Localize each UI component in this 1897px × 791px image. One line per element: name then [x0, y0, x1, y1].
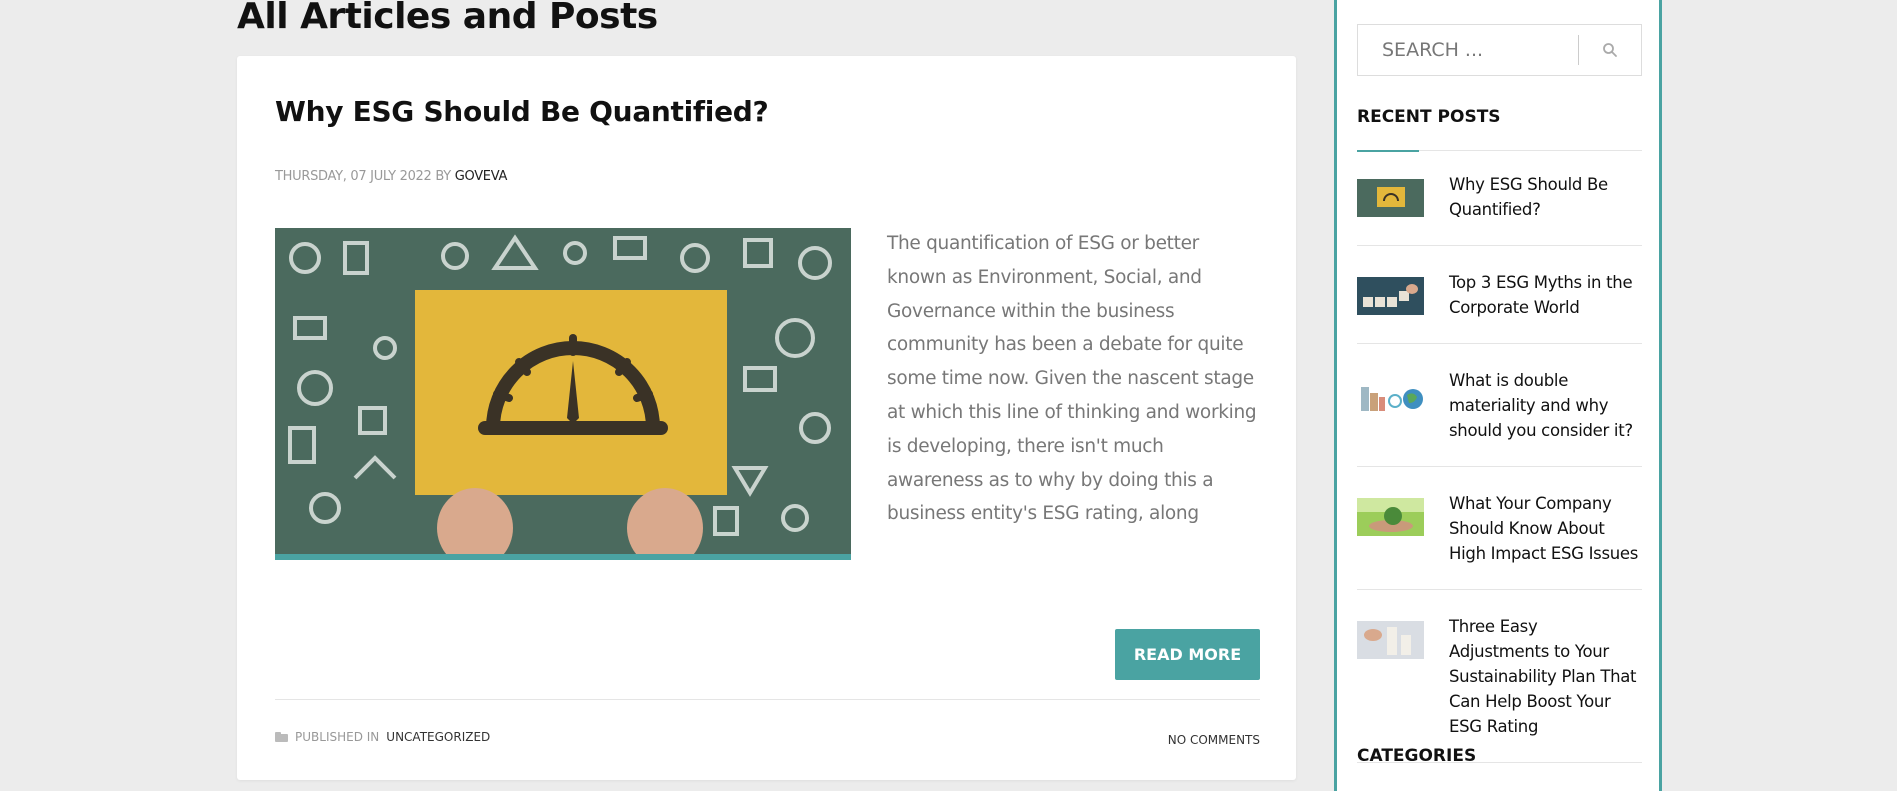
recent-post-title[interactable]: What is double materiality and why shoul…	[1449, 368, 1642, 443]
recent-post-title[interactable]: Why ESG Should Be Quantified?	[1449, 172, 1642, 222]
page-title: All Articles and Posts	[237, 0, 658, 37]
sidebar: RECENT POSTS Why ESG Should Be Quantifie…	[1334, 0, 1662, 791]
category-link[interactable]: UNCATEGORIZED	[386, 730, 490, 744]
post-thumbnail[interactable]	[1357, 277, 1424, 315]
recent-post-title[interactable]: What Your Company Should Know About High…	[1449, 491, 1642, 566]
plant-hand-thumb-icon	[1357, 498, 1424, 536]
post-thumbnail[interactable]	[1357, 375, 1424, 413]
search-input[interactable]	[1358, 25, 1578, 75]
folder-icon	[275, 732, 288, 742]
recent-post-item[interactable]: What is double materiality and why shoul…	[1357, 344, 1642, 467]
recent-post-item[interactable]: What Your Company Should Know About High…	[1357, 467, 1642, 590]
recent-post-title[interactable]: Top 3 ESG Myths in the Corporate World	[1449, 270, 1642, 320]
post-thumbnail[interactable]	[1357, 179, 1424, 217]
article-meta: THURSDAY, 07 JULY 2022 BY GOVEVA	[275, 169, 507, 184]
recent-posts-title: RECENT POSTS	[1357, 107, 1501, 127]
post-thumbnail[interactable]	[1357, 621, 1424, 659]
article-featured-image[interactable]	[275, 228, 851, 560]
recent-post-title[interactable]: Three Easy Adjustments to Your Sustainab…	[1449, 614, 1642, 739]
recent-post-item[interactable]: Three Easy Adjustments to Your Sustainab…	[1357, 590, 1642, 763]
article-excerpt: The quantification of ESG or better know…	[887, 233, 1257, 525]
cubes-thumb-icon	[1357, 621, 1424, 659]
city-globe-thumb-icon	[1357, 375, 1424, 413]
article-by: BY	[435, 169, 451, 184]
comments-link[interactable]: NO COMMENTS	[1168, 733, 1260, 747]
article-category: PUBLISHED IN UNCATEGORIZED	[275, 730, 490, 744]
recent-post-item[interactable]: Top 3 ESG Myths in the Corporate World	[1357, 246, 1642, 344]
search-box	[1357, 24, 1642, 76]
article-title[interactable]: Why ESG Should Be Quantified?	[275, 95, 769, 128]
article-card: Why ESG Should Be Quantified? THURSDAY, …	[237, 56, 1296, 780]
article-author-link[interactable]: GOVEVA	[455, 169, 508, 184]
post-thumbnail[interactable]	[1357, 498, 1424, 536]
gauge-sign-illustration	[275, 228, 851, 554]
categories-title: CATEGORIES	[1357, 746, 1477, 766]
blocks-thumb-icon	[1357, 277, 1424, 315]
card-divider	[275, 699, 1260, 700]
gauge-thumb-icon	[1357, 179, 1424, 217]
search-icon	[1603, 43, 1617, 57]
published-in-label: PUBLISHED IN	[295, 730, 380, 744]
recent-posts-list: Why ESG Should Be Quantified? Top 3 ESG …	[1357, 148, 1642, 763]
recent-post-item[interactable]: Why ESG Should Be Quantified?	[1357, 148, 1642, 246]
article-date: THURSDAY, 07 JULY 2022	[275, 169, 432, 184]
search-button[interactable]	[1579, 25, 1641, 75]
read-more-button[interactable]: READ MORE	[1115, 629, 1260, 680]
